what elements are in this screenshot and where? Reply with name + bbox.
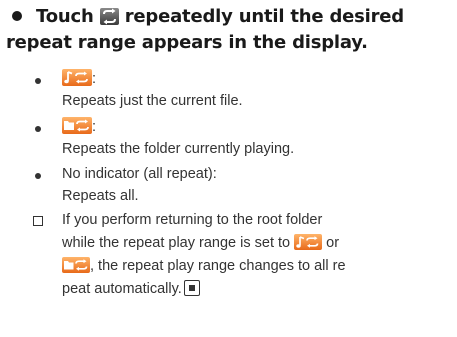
list-bullet <box>35 126 41 132</box>
item-description: Repeats the folder currently playing. <box>62 141 295 157</box>
list-item-all-repeat: No indicator (all repeat): <box>62 166 217 182</box>
step-text-rest: repeatedly until the desired <box>124 6 404 27</box>
step-line-2: repeat range appears in the display. <box>6 32 368 53</box>
note-line-1: If you perform returning to the root fol… <box>62 212 323 228</box>
note-line-2-text: while the repeat play range is set to <box>62 235 291 251</box>
step-instruction: Touch repeatedly until the desired repea… <box>6 4 456 56</box>
list-item-file-repeat: : <box>62 69 96 89</box>
note-line-3-text: , the repeat play range changes to all r… <box>90 258 346 274</box>
manual-page: Touch repeatedly until the desired repea… <box>0 0 457 337</box>
list-item-folder-repeat: : <box>62 117 96 137</box>
end-of-section-icon <box>183 280 200 296</box>
repeat-folder-icon <box>62 117 92 134</box>
repeat-folder-icon <box>62 257 90 273</box>
item-description: Repeats all. <box>62 188 139 204</box>
step-line-1: Touch repeatedly until the desired <box>6 4 456 30</box>
repeat-file-icon <box>294 234 323 250</box>
step-text-touch: Touch <box>36 6 94 27</box>
note-marker <box>33 216 43 226</box>
note-line-4: peat automatically. <box>62 279 200 299</box>
list-bullet <box>35 78 41 84</box>
step-bullet <box>12 11 22 21</box>
note-or: or <box>326 235 340 251</box>
item-label-suffix: : <box>92 119 97 135</box>
repeat-icon <box>99 8 119 25</box>
note-line-3: , the repeat play range changes to all r… <box>62 256 346 276</box>
item-label-suffix: : <box>92 71 97 87</box>
note-line-2: while the repeat play range is set to or <box>62 233 339 253</box>
item-description: Repeats just the current file. <box>62 93 243 109</box>
repeat-file-icon <box>62 69 92 86</box>
list-bullet <box>35 173 41 179</box>
note-line-4-text: peat automatically. <box>62 281 182 297</box>
